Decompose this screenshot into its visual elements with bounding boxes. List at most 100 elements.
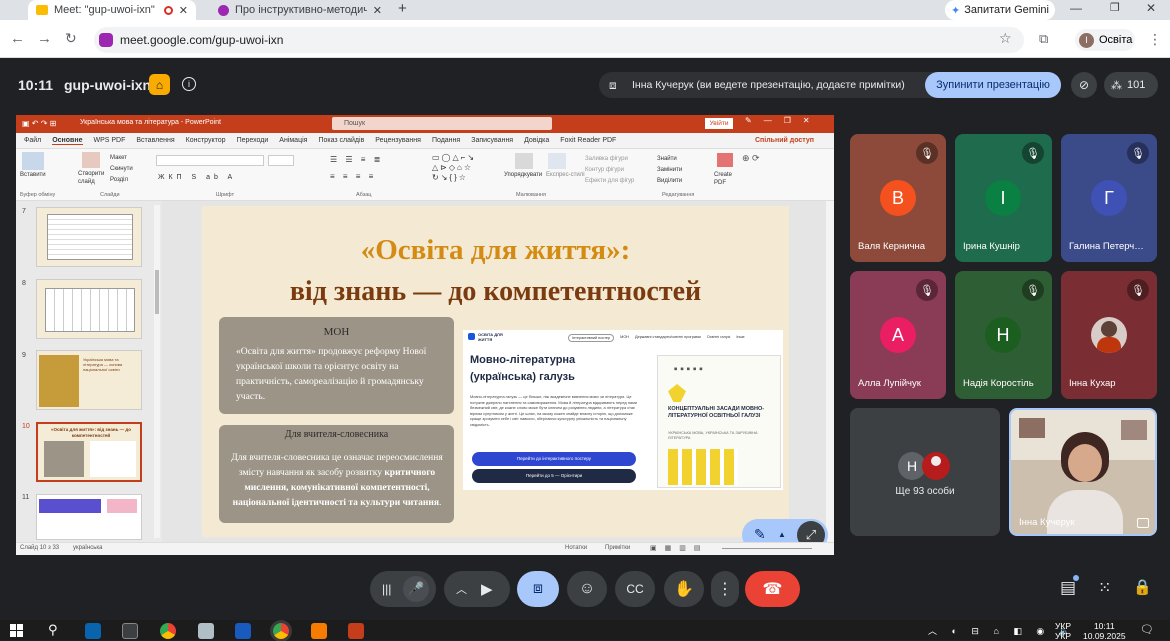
hide-self-view-icon[interactable]: ⊘	[1071, 72, 1097, 98]
thumbnail-scrollbar[interactable]	[154, 205, 160, 538]
more-options-button[interactable]: ⋮	[711, 571, 739, 607]
participant-tile[interactable]: 🎙 В Валя Кернична	[850, 134, 946, 262]
dropdown-icon[interactable]: ▲	[778, 530, 786, 539]
profile-button[interactable]: І Освіта	[1075, 29, 1135, 51]
forward-icon[interactable]: →	[37, 30, 52, 47]
font-format-icons[interactable]: ЖКП S ab A	[158, 174, 236, 181]
back-icon[interactable]: ←	[10, 30, 25, 47]
shapes-gallery-icon[interactable]: ▭◯△⌐↘ △⊳◇⌂☆ ↻↘{}☆	[432, 153, 496, 185]
editor-scrollbar[interactable]	[826, 201, 834, 542]
shape-effects-button[interactable]: Ефекти для фігур	[585, 176, 634, 187]
more-participants-tile[interactable]: Н Ще 93 особи	[850, 408, 1000, 536]
participant-tile[interactable]: 🎙 Інна Кухар	[1061, 271, 1157, 399]
ppt-tab[interactable]: Анімація	[279, 137, 307, 145]
participant-tile[interactable]: 🎙 І Ірина Кушнір	[955, 134, 1052, 262]
restore-icon[interactable]: ❐	[1110, 1, 1120, 14]
minimize-icon[interactable]: —	[1070, 1, 1082, 15]
new-tab-button[interactable]: +	[398, 0, 407, 17]
site-orientiry-button[interactable]: Перейти до 5 — Орієнтири	[472, 469, 636, 483]
site-poster-button[interactable]: Перейти до інтерактивного постеру	[472, 452, 636, 466]
leave-call-button[interactable]: ☎	[745, 571, 800, 607]
ppt-tab[interactable]: Конструктор	[186, 137, 226, 145]
ppt-tab-active[interactable]: Основне	[52, 137, 83, 145]
notes-button[interactable]: Нотатки	[565, 545, 587, 551]
gemini-button[interactable]: ✦ Запитати Gemini	[945, 0, 1055, 20]
bookmark-star-icon[interactable]: ☆	[999, 30, 1012, 47]
powerpoint-icon[interactable]	[348, 623, 364, 639]
site-nav-item[interactable]: Освітні галузі	[707, 334, 731, 342]
shape-fill-button[interactable]: Заливка фігури	[585, 154, 634, 165]
paste-icon[interactable]	[22, 152, 44, 170]
paragraph-icons[interactable]: ☰ ☰ ≡ ≣	[330, 155, 383, 164]
find-button[interactable]: Знайти	[657, 154, 682, 165]
address-bar[interactable]: meet.google.com/gup-uwoi-ixn	[94, 27, 1024, 53]
participant-tile[interactable]: 🎙 Г Галина Петерч…	[1061, 134, 1157, 262]
designer-icon[interactable]: ⊕ ⟳	[742, 153, 760, 164]
select-button[interactable]: Виділити	[657, 176, 682, 187]
mic-control[interactable]: ||| 🎤	[370, 571, 436, 607]
camera-control[interactable]: ︿ ▶	[444, 571, 510, 607]
slide-thumbnail[interactable]	[36, 279, 142, 339]
participants-button[interactable]: ⁂ 101	[1104, 72, 1158, 98]
outlook-icon[interactable]	[85, 623, 101, 639]
tab-meet[interactable]: Meet: "gup-uwoi-ixn" ✕	[28, 0, 196, 20]
ppt-signin-button[interactable]: Увійти	[705, 118, 733, 129]
font-size-field[interactable]	[268, 155, 294, 166]
new-slide-icon[interactable]	[82, 152, 100, 168]
raise-hand-button[interactable]: ✋	[664, 571, 704, 607]
quick-styles-icon[interactable]	[548, 153, 566, 169]
ppt-tab[interactable]: Показ слайдів	[318, 137, 364, 145]
participant-tile[interactable]: 🎙 Н Надія Коростіль	[955, 271, 1052, 399]
slide-thumbnail-selected[interactable]: «Освіта для життя»: від знань — до компе…	[36, 422, 142, 482]
app-icon[interactable]	[198, 623, 214, 639]
present-screen-button[interactable]: ⧈	[517, 571, 559, 607]
task-view-icon[interactable]	[122, 623, 138, 639]
extensions-icon[interactable]: ⧉	[1039, 31, 1048, 47]
align-icons[interactable]: ≡ ≡ ≡ ≡	[330, 172, 376, 181]
search-icon[interactable]: ⚲	[48, 622, 58, 638]
reload-icon[interactable]: ↻	[65, 30, 77, 47]
ppt-tab[interactable]: Foxit Reader PDF	[560, 137, 616, 145]
pip-icon[interactable]	[1137, 518, 1149, 528]
browser-menu-icon[interactable]: ⋮	[1148, 31, 1162, 48]
site-nav-item[interactable]: Державні стандарти/освітні програми	[635, 334, 701, 342]
site-nav-item[interactable]: МОН	[620, 334, 629, 342]
notifications-icon[interactable]: 🗨	[1140, 623, 1154, 636]
word-icon[interactable]	[235, 623, 251, 639]
shape-outline-button[interactable]: Контур фігури	[585, 165, 634, 176]
chrome-active-icon[interactable]	[273, 623, 289, 639]
meeting-info-icon[interactable]: i	[182, 77, 196, 91]
create-pdf-icon[interactable]	[717, 153, 733, 167]
ppt-tab[interactable]: Рецензування	[375, 137, 421, 145]
zoom-slider[interactable]	[722, 548, 812, 549]
input-language[interactable]: УКР УКР	[1055, 621, 1071, 641]
self-view-tile[interactable]: Інна Кучерук	[1009, 408, 1157, 536]
host-controls-icon[interactable]: ⌂	[149, 74, 170, 95]
reset-button[interactable]: Скинути	[110, 164, 133, 175]
close-tab-icon[interactable]: ✕	[373, 4, 382, 17]
site-info-icon[interactable]	[99, 33, 113, 47]
emoji-button[interactable]: ☺	[567, 571, 607, 607]
chrome-icon[interactable]	[160, 623, 176, 639]
system-tray-icons[interactable]: ︿ ◐ ⊟ ⌂ ◧ ◉ 🔈	[928, 624, 1076, 637]
ppt-share-button[interactable]: Спільний доступ	[755, 137, 814, 144]
ppt-tab[interactable]: Подання	[432, 137, 460, 145]
close-window-icon[interactable]: ✕	[1146, 1, 1156, 15]
ppt-tab[interactable]: WPS PDF	[94, 137, 126, 145]
ppt-tab[interactable]: Вставлення	[136, 137, 174, 145]
chat-icon[interactable]: ▤	[1060, 578, 1076, 598]
replace-button[interactable]: Замінити	[657, 165, 682, 176]
site-nav-item[interactable]: Інтерактивний постер	[568, 334, 615, 342]
captions-button[interactable]: CC	[615, 571, 655, 607]
host-lock-icon[interactable]: 🔒	[1133, 578, 1152, 596]
clock[interactable]: 10:11 10.09.2025	[1083, 621, 1126, 641]
site-nav-item[interactable]: Інше	[736, 334, 744, 342]
view-buttons-icon[interactable]: ▣▦▥▤	[650, 544, 708, 552]
arrange-icon[interactable]	[515, 153, 533, 169]
slide-thumbnail[interactable]	[36, 207, 142, 267]
activities-icon[interactable]: ⁙	[1098, 578, 1111, 598]
section-button[interactable]: Розділ	[110, 175, 133, 186]
pen-icon[interactable]: ✎	[754, 526, 766, 543]
font-name-field[interactable]	[156, 155, 264, 166]
close-tab-icon[interactable]: ✕	[179, 4, 188, 17]
